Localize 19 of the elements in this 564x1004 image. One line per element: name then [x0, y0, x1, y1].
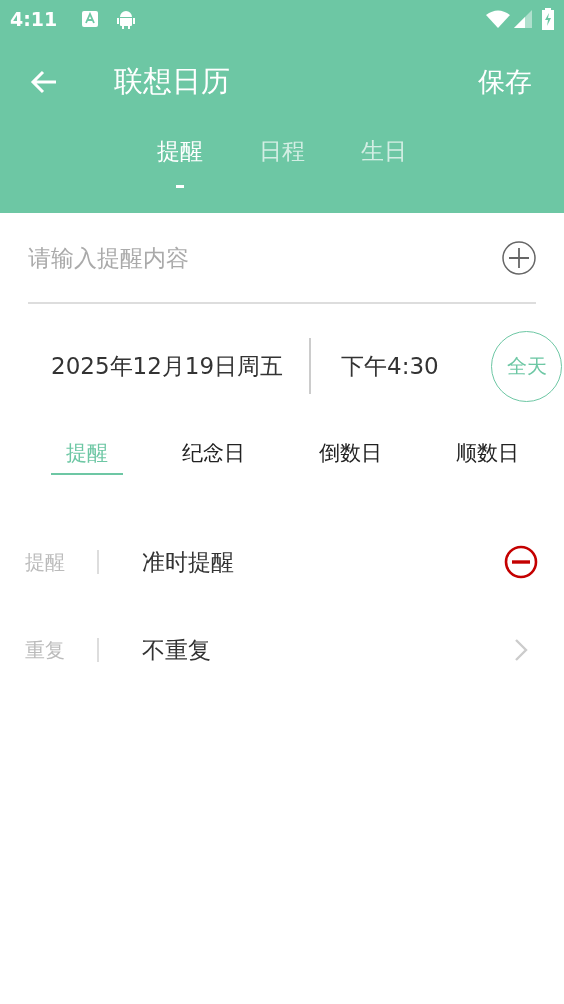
setting-label: 重复: [25, 636, 66, 664]
status-time: 4:11: [10, 8, 58, 30]
setting-label: 提醒: [25, 548, 66, 576]
reminder-input-field[interactable]: 请输入提醒内容: [28, 228, 502, 288]
android-icon: [116, 9, 137, 29]
setting-value[interactable]: 准时提醒: [142, 546, 504, 578]
date-picker[interactable]: 2025年12月19日周五: [51, 350, 284, 382]
remove-icon[interactable]: [504, 545, 538, 579]
battery-charging-icon: [542, 8, 554, 30]
wifi-icon: [486, 10, 510, 28]
type-tab[interactable]: 纪念日: [167, 439, 260, 475]
type-tab[interactable]: 倒数日: [304, 439, 397, 475]
signal-icon: [514, 10, 532, 28]
time-picker[interactable]: 下午4:30: [341, 350, 439, 382]
add-button[interactable]: [502, 241, 536, 275]
type-tab[interactable]: 顺数日: [441, 439, 534, 475]
app-title: 联想日历: [114, 63, 230, 100]
setting-value[interactable]: 不重复: [142, 634, 514, 666]
font-icon: [82, 11, 99, 27]
